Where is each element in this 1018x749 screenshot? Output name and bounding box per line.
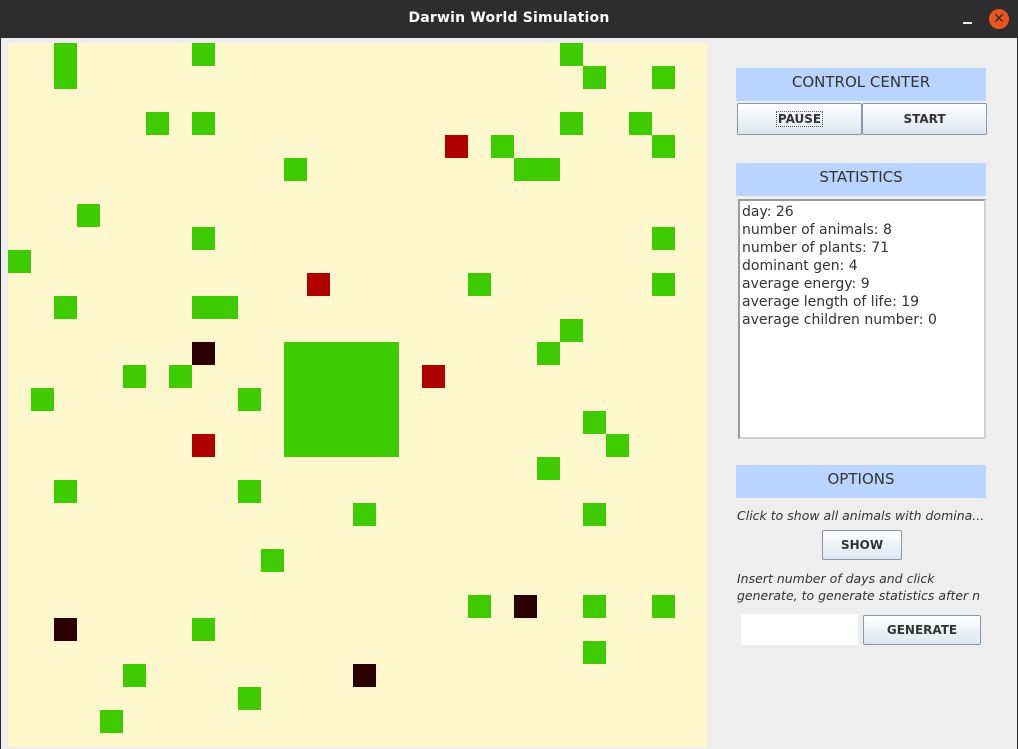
title-bar: Darwin World Simulation ✕ — [0, 0, 1018, 38]
plant — [146, 112, 169, 135]
plant — [192, 296, 238, 319]
plant — [123, 365, 146, 388]
animal — [192, 434, 215, 457]
show-button[interactable]: SHOW — [822, 530, 902, 560]
plant — [606, 434, 629, 457]
plant — [652, 227, 675, 250]
plant — [652, 66, 675, 89]
stat-animals: number of animals: 8 — [742, 222, 892, 238]
stat-average-children: average children number: 0 — [742, 312, 937, 328]
plant — [560, 43, 583, 66]
stat-dominant-gen: dominant gen: 4 — [742, 258, 858, 274]
plant — [537, 457, 560, 480]
pause-button-label: PAUSE — [775, 111, 824, 127]
plant — [583, 641, 606, 664]
stat-plants: number of plants: 71 — [742, 240, 890, 256]
plant — [514, 158, 560, 181]
plant — [54, 480, 77, 503]
pause-button[interactable]: PAUSE — [737, 103, 862, 135]
plant — [468, 273, 491, 296]
plant — [31, 388, 54, 411]
plant — [77, 204, 100, 227]
plant — [261, 549, 284, 572]
plant — [238, 687, 261, 710]
animal — [54, 618, 77, 641]
plant — [652, 595, 675, 618]
plant — [192, 227, 215, 250]
plant — [353, 503, 376, 526]
animal — [192, 342, 215, 365]
plant — [583, 66, 606, 89]
plant — [537, 342, 560, 365]
minimize-icon[interactable] — [958, 9, 978, 29]
generate-button[interactable]: GENERATE — [863, 615, 981, 645]
window-title: Darwin World Simulation — [408, 10, 610, 26]
show-hint-label: Click to show all animals with domina... — [737, 508, 985, 523]
stat-average-life: average length of life: 19 — [742, 294, 920, 310]
animal — [307, 273, 330, 296]
days-input[interactable] — [741, 614, 858, 645]
animal — [422, 365, 445, 388]
statistics-header: STATISTICS — [736, 163, 986, 196]
options-header: OPTIONS — [736, 465, 986, 498]
plant — [583, 503, 606, 526]
plant — [583, 595, 606, 618]
animal — [353, 664, 376, 687]
generate-hint-line-2: generate, to generate statistics after n — [737, 588, 981, 603]
plant — [583, 411, 606, 434]
generate-hint-line-1: Insert number of days and click — [737, 571, 935, 586]
statistics-textarea[interactable]: day: 26 number of animals: 8 number of p… — [738, 199, 986, 439]
simulation-map — [8, 43, 707, 747]
plant — [238, 480, 261, 503]
plant — [468, 595, 491, 618]
close-icon[interactable]: ✕ — [989, 9, 1009, 29]
plant — [54, 296, 77, 319]
plant — [560, 112, 583, 135]
stat-average-energy: average energy: 9 — [742, 276, 870, 292]
stat-day: day: 26 — [742, 204, 794, 220]
start-button[interactable]: START — [862, 103, 987, 135]
plant — [560, 319, 583, 342]
plant — [192, 43, 215, 66]
animal — [514, 595, 537, 618]
plant — [629, 112, 652, 135]
plant — [491, 135, 514, 158]
jungle-area — [284, 342, 399, 457]
plant — [238, 388, 261, 411]
plant — [192, 112, 215, 135]
plant — [54, 43, 77, 89]
plant — [652, 135, 675, 158]
plant — [8, 250, 31, 273]
plant — [652, 273, 675, 296]
plant — [123, 664, 146, 687]
plant — [169, 365, 192, 388]
plant — [192, 618, 215, 641]
animal — [445, 135, 468, 158]
plant — [100, 710, 123, 733]
plant — [284, 158, 307, 181]
control-center-header: CONTROL CENTER — [736, 68, 986, 101]
